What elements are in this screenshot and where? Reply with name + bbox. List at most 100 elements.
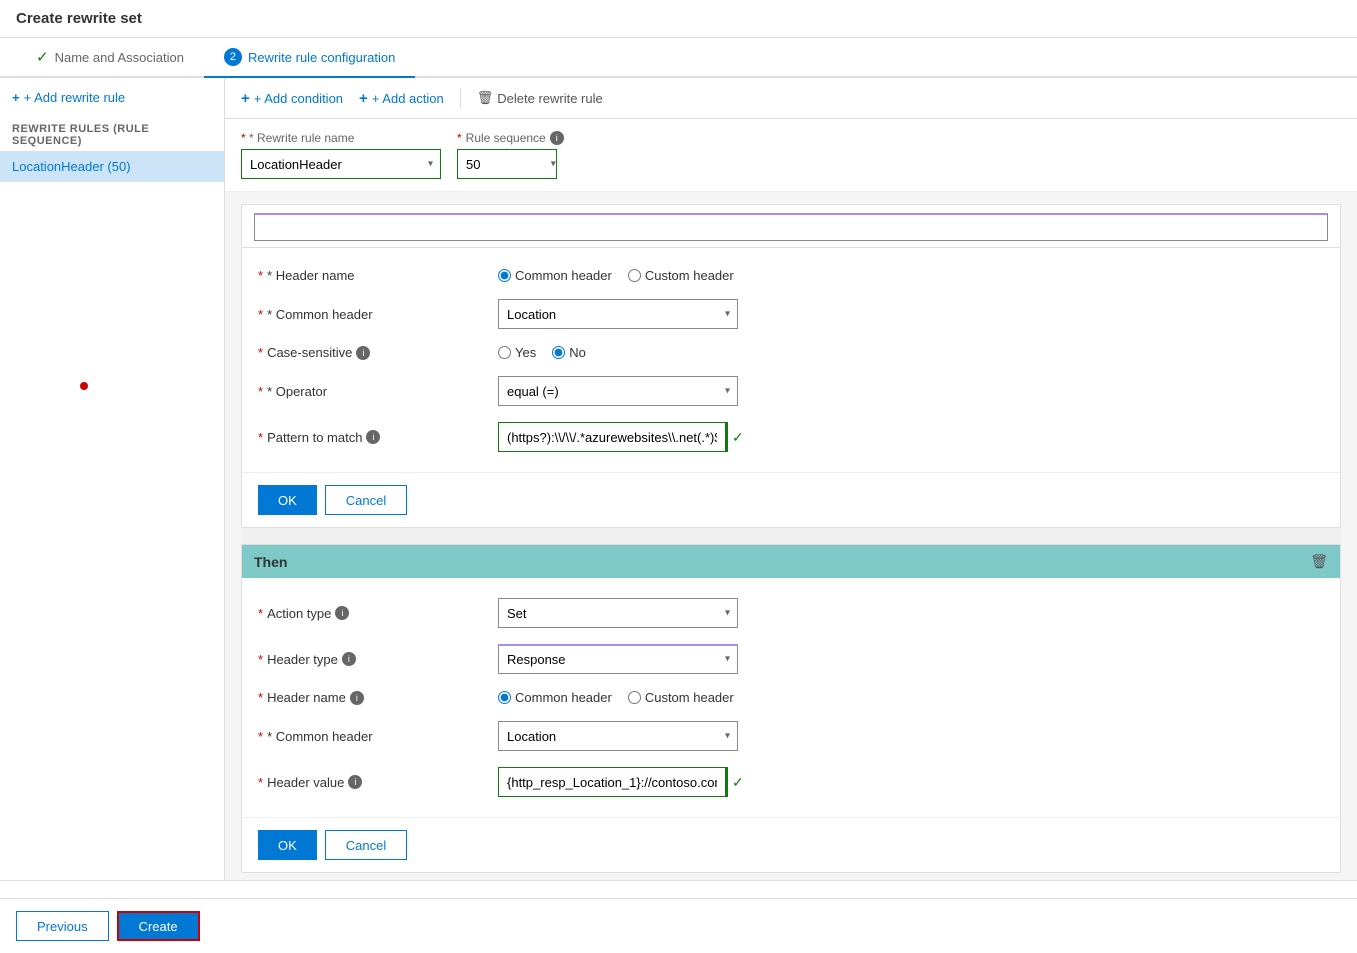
then-header-name-info-icon: i <box>350 691 364 705</box>
add-action-plus-icon: + <box>359 90 368 107</box>
then-common-header-radio[interactable] <box>498 691 511 704</box>
page-header: Create rewrite set <box>0 0 1357 38</box>
condition-cancel-button[interactable]: Cancel <box>325 485 407 515</box>
no-radio[interactable] <box>552 346 565 359</box>
header-name-row: * * Header name Common header Custom hea… <box>258 260 1324 291</box>
then-delete-icon[interactable]: 🗑 <box>1310 553 1328 570</box>
tab-name-label: Name and Association <box>55 50 184 65</box>
then-common-header-row: * * Common header Location ▾ <box>258 713 1324 759</box>
then-ok-button[interactable]: OK <box>258 830 317 860</box>
then-header-name-label: * Header name i <box>258 690 498 705</box>
add-rule-plus-icon: + <box>12 90 20 105</box>
operator-select[interactable]: equal (=) <box>498 376 738 406</box>
cards-area: * * Header name Common header Custom hea… <box>225 204 1357 873</box>
case-sensitive-info-icon: i <box>356 346 370 360</box>
header-type-info-icon: i <box>342 652 356 666</box>
page-title: Create rewrite set <box>16 10 1341 27</box>
operator-label: * * Operator <box>258 384 498 399</box>
rule-item-label: LocationHeader (50) <box>12 159 131 174</box>
then-label: Then <box>254 554 287 570</box>
pattern-check-icon: ✓ <box>732 429 744 446</box>
then-header: Then 🗑 <box>242 545 1340 578</box>
common-header-select[interactable]: Location <box>498 299 738 329</box>
header-value-label: * Header value i <box>258 775 498 790</box>
previous-button[interactable]: Previous <box>16 911 109 941</box>
then-custom-header-radio-label[interactable]: Custom header <box>628 690 734 705</box>
operator-control: equal (=) ▾ <box>498 376 738 406</box>
add-rewrite-rule-button[interactable]: + + Add rewrite rule <box>12 90 212 105</box>
partial-input[interactable] <box>254 213 1328 241</box>
then-common-header-control: Location ▾ <box>498 721 738 751</box>
add-rule-label: + Add rewrite rule <box>24 90 126 105</box>
case-sensitive-row: * Case-sensitive i Yes No <box>258 337 1324 368</box>
red-dot <box>80 382 88 390</box>
rule-item-locationheader[interactable]: LocationHeader (50) <box>0 151 224 182</box>
page-footer: Previous Create <box>0 898 1357 953</box>
custom-header-radio-label[interactable]: Custom header <box>628 268 734 283</box>
yes-radio-label[interactable]: Yes <box>498 345 536 360</box>
action-type-row: * Action type i Set ▾ <box>258 590 1324 636</box>
header-value-row: * Header value i ✓ <box>258 759 1324 805</box>
then-common-header-select[interactable]: Location <box>498 721 738 751</box>
tab-rewrite-config[interactable]: 2 Rewrite rule configuration <box>204 38 415 78</box>
rule-sequence-label: * Rule sequence i <box>457 131 564 145</box>
header-name-control: Common header Custom header <box>498 268 734 283</box>
content-area: + + Add condition + + Add action 🗑 Delet… <box>225 78 1357 880</box>
header-value-check-icon: ✓ <box>732 774 744 791</box>
rule-form-row: * * Rewrite rule name LocationHeader ▾ *… <box>225 119 1357 192</box>
no-radio-label[interactable]: No <box>552 345 586 360</box>
then-cancel-button[interactable]: Cancel <box>325 830 407 860</box>
rule-sequence-select[interactable]: 50 <box>457 149 557 179</box>
header-name-label: * * Header name <box>258 268 498 283</box>
create-button[interactable]: Create <box>117 911 200 941</box>
then-custom-header-radio[interactable] <box>628 691 641 704</box>
action-type-info-icon: i <box>335 606 349 620</box>
common-header-control: Location ▾ <box>498 299 738 329</box>
header-value-info-icon: i <box>348 775 362 789</box>
delete-rewrite-rule-button[interactable]: 🗑 Delete rewrite rule <box>477 90 603 106</box>
rule-name-select[interactable]: LocationHeader <box>241 149 441 179</box>
yes-radio[interactable] <box>498 346 511 359</box>
common-header-radio-label[interactable]: Common header <box>498 268 612 283</box>
condition-ok-button[interactable]: OK <box>258 485 317 515</box>
add-condition-plus-icon: + <box>241 90 250 107</box>
main-layout: + + Add rewrite rule REWRITE RULES (RULE… <box>0 78 1357 881</box>
condition-card-footer: OK Cancel <box>242 472 1340 527</box>
action-type-label: * Action type i <box>258 606 498 621</box>
then-card-footer: OK Cancel <box>242 817 1340 872</box>
then-common-header-radio-label[interactable]: Common header <box>498 690 612 705</box>
header-value-input[interactable] <box>498 767 728 797</box>
rule-name-field: * * Rewrite rule name LocationHeader ▾ <box>241 131 441 179</box>
case-sensitive-label: * Case-sensitive i <box>258 345 498 360</box>
header-type-select[interactable]: Response <box>498 644 738 674</box>
header-type-row: * Header type i Response ▾ <box>258 636 1324 682</box>
toolbar: + + Add condition + + Add action 🗑 Delet… <box>225 78 1357 119</box>
rule-sequence-info-icon: i <box>550 131 564 145</box>
then-header-name-row: * Header name i Common header <box>258 682 1324 713</box>
then-card: Then 🗑 * Action type i Se <box>241 544 1341 873</box>
tab-num-badge: 2 <box>224 48 242 66</box>
pattern-control: ✓ <box>498 422 744 452</box>
delete-trash-icon: 🗑 <box>477 90 494 106</box>
pattern-input[interactable] <box>498 422 728 452</box>
check-icon: ✓ <box>36 48 49 66</box>
action-type-select[interactable]: Set <box>498 598 738 628</box>
sidebar-section-label: REWRITE RULES (RULE SEQUENCE) <box>0 115 224 151</box>
custom-header-radio[interactable] <box>628 269 641 282</box>
common-header-label: * * Common header <box>258 307 498 322</box>
add-condition-button[interactable]: + + Add condition <box>241 90 343 107</box>
pattern-row: * Pattern to match i ✓ <box>258 414 1324 460</box>
gray-separator <box>241 528 1341 544</box>
tab-name-association[interactable]: ✓ Name and Association <box>16 38 204 78</box>
add-action-button[interactable]: + + Add action <box>359 90 444 107</box>
operator-row: * * Operator equal (=) ▾ <box>258 368 1324 414</box>
condition-card-partial <box>241 204 1341 248</box>
common-header-row: * * Common header Location ▾ <box>258 291 1324 337</box>
pattern-info-icon: i <box>366 430 380 444</box>
then-common-header-label: * * Common header <box>258 729 498 744</box>
rule-name-label: * * Rewrite rule name <box>241 131 441 145</box>
header-type-label: * Header type i <box>258 652 498 667</box>
common-header-radio[interactable] <box>498 269 511 282</box>
tabs-bar: ✓ Name and Association 2 Rewrite rule co… <box>0 38 1357 78</box>
case-sensitive-control: Yes No <box>498 345 586 360</box>
